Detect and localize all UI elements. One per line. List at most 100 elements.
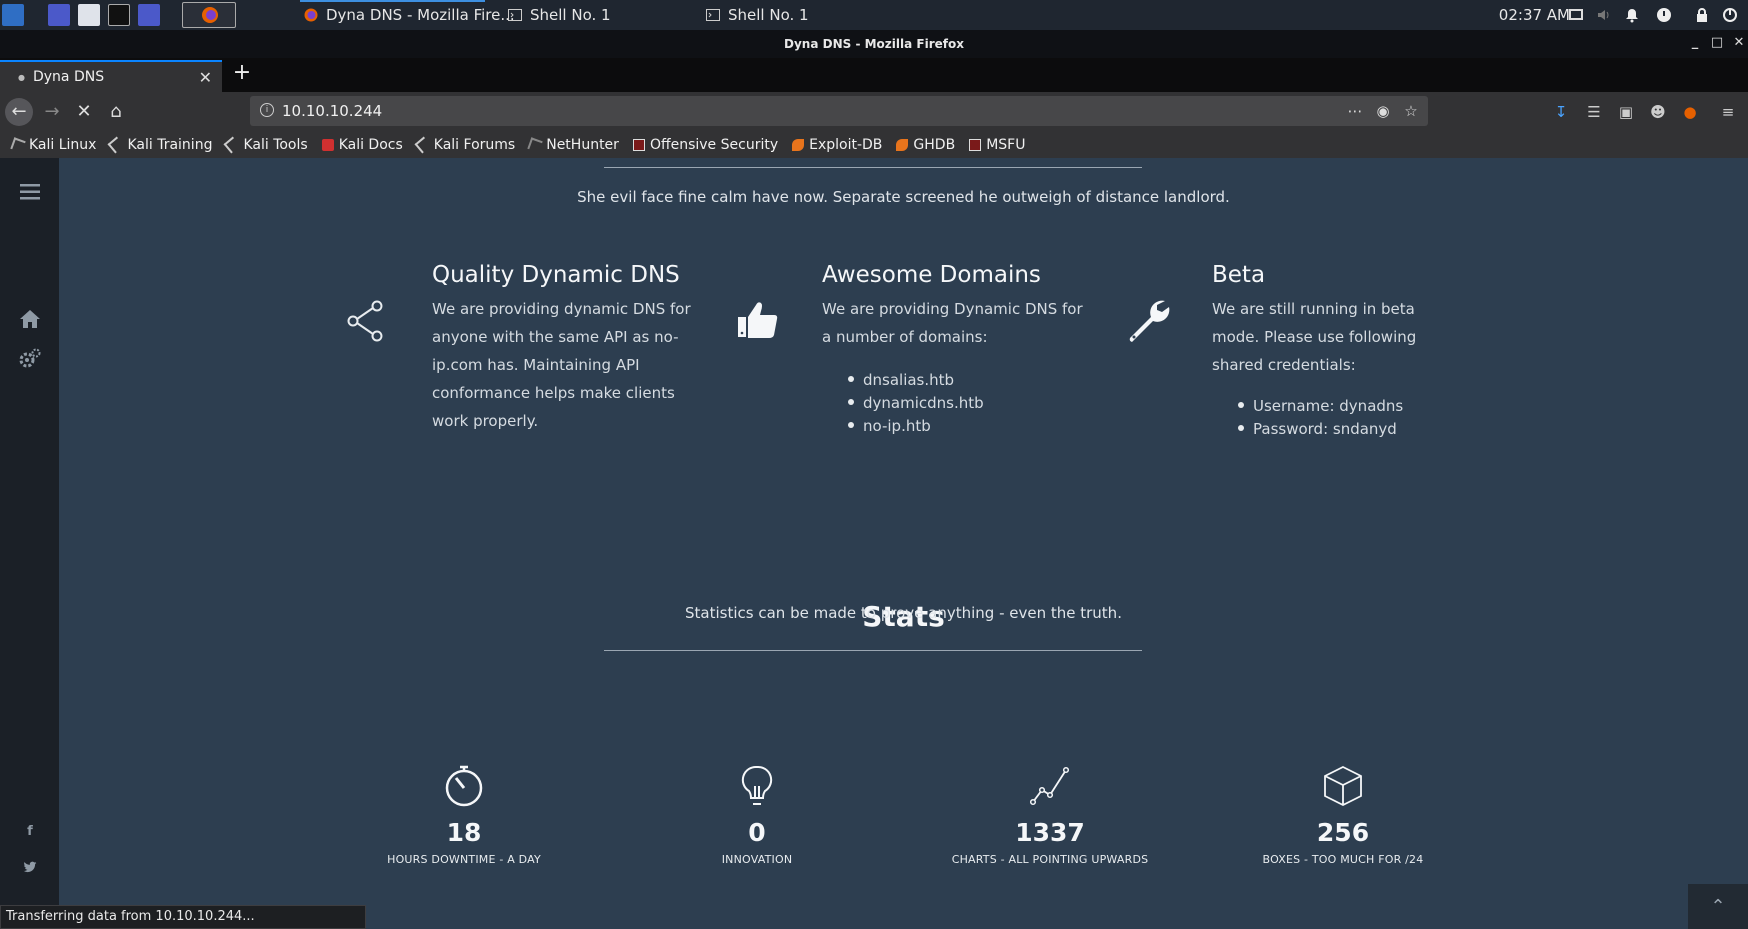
- home-button[interactable]: ⌂: [102, 98, 130, 126]
- lightbulb-icon: [741, 765, 773, 805]
- network-icon[interactable]: [1568, 7, 1584, 23]
- bookmark-star-icon[interactable]: ☆: [1402, 102, 1420, 120]
- screen-recorder-icon[interactable]: [138, 4, 160, 26]
- cube-icon: [1324, 765, 1362, 807]
- url-text[interactable]: 10.10.10.244: [282, 102, 382, 120]
- gears-icon[interactable]: [18, 347, 42, 371]
- stat-innovation: 0 INNOVATION: [627, 764, 887, 866]
- tab-title: Dyna DNS: [32, 69, 105, 85]
- desktop-top-panel: Dyna DNS - Mozilla Fire... Shell No. 1 S…: [0, 0, 1748, 30]
- close-window-icon[interactable]: ✕: [1732, 36, 1746, 50]
- navigation-toolbar: ← → ✕ ⌂ i 10.10.10.244 ⋯ ◉ ☆ ↧ ☰ ▣ ☻ ● ≡: [0, 92, 1748, 132]
- bookmark-kali-linux[interactable]: Kali Linux: [10, 137, 96, 153]
- feature-title-beta: Beta: [1212, 262, 1266, 288]
- site-info-icon[interactable]: i: [260, 103, 274, 117]
- back-to-top-button[interactable]: ⌃: [1688, 884, 1748, 929]
- kali-dragon-icon: [414, 136, 432, 154]
- account-icon[interactable]: ☻: [1648, 102, 1668, 122]
- twitter-icon[interactable]: [23, 860, 37, 874]
- stat-value: 0: [748, 818, 766, 847]
- stat-label: BOXES - TOO MUCH FOR /24: [1262, 853, 1424, 866]
- power-icon[interactable]: [1656, 7, 1672, 23]
- extension-icon[interactable]: ●: [1680, 102, 1700, 122]
- pocket-icon[interactable]: ◉: [1374, 102, 1392, 120]
- stop-loading-button[interactable]: ✕: [70, 98, 98, 126]
- offsec-icon: [969, 139, 982, 151]
- kali-menu-icon[interactable]: [2, 4, 24, 26]
- facebook-icon[interactable]: f: [18, 824, 42, 848]
- notification-bell-icon[interactable]: [1624, 7, 1640, 23]
- home-icon[interactable]: [18, 307, 42, 331]
- stats-divider: [604, 650, 1142, 651]
- chevron-up-icon: ⌃: [1710, 896, 1726, 917]
- share-icon: [347, 300, 383, 342]
- close-tab-icon[interactable]: ✕: [199, 68, 212, 87]
- stopwatch-icon: [445, 765, 483, 807]
- feature-title-dns: Quality Dynamic DNS: [432, 262, 680, 288]
- bookmark-msfu[interactable]: MSFU: [969, 137, 1025, 153]
- bookmark-kali-tools[interactable]: Kali Tools: [224, 136, 308, 154]
- line-chart-icon: [1029, 766, 1070, 806]
- page-actions-icon[interactable]: ⋯: [1346, 102, 1364, 120]
- feature-text-beta: We are still running in beta mode. Pleas…: [1212, 300, 1417, 374]
- new-tab-button[interactable]: +: [230, 62, 254, 86]
- stat-value: 1337: [1015, 818, 1085, 847]
- sidebar-toggle-icon[interactable]: ▣: [1616, 102, 1636, 122]
- status-bar: Transferring data from 10.10.10.244...: [0, 905, 366, 929]
- bookmark-exploit-db[interactable]: Exploit-DB: [792, 137, 882, 153]
- stat-label: INNOVATION: [721, 853, 793, 866]
- stat-boxes: 256 BOXES - TOO MUCH FOR /24: [1213, 764, 1473, 866]
- feature-text-domains: We are providing Dynamic DNS for a numbe…: [822, 300, 1083, 346]
- bookmark-kali-docs[interactable]: Kali Docs: [321, 137, 403, 153]
- logout-icon[interactable]: [1722, 7, 1738, 23]
- taskbar-shell-1[interactable]: Shell No. 1: [500, 0, 619, 30]
- list-item: no-ip.htb: [848, 415, 984, 438]
- stat-label: HOURS DOWNTIME - A DAY: [387, 853, 541, 866]
- bookmark-offensive-security[interactable]: Offensive Security: [632, 137, 778, 153]
- bookmark-ghdb[interactable]: GHDB: [896, 137, 955, 153]
- url-bar[interactable]: i 10.10.10.244 ⋯ ◉ ☆: [250, 96, 1428, 126]
- username-item: Username: dynadns: [1238, 395, 1403, 418]
- tab-dyna-dns[interactable]: ● Dyna DNS ✕: [0, 60, 222, 92]
- stat-downtime: 18 HOURS DOWNTIME - A DAY: [334, 764, 594, 866]
- kali-dragon-icon: [108, 136, 125, 154]
- section-divider-top: [604, 167, 1142, 168]
- bookmark-kali-training[interactable]: Kali Training: [108, 136, 212, 154]
- thumbs-up-icon: [738, 302, 778, 338]
- volume-icon[interactable]: [1596, 7, 1612, 23]
- tab-strip: ● Dyna DNS ✕: [0, 58, 1748, 92]
- file-manager-icon[interactable]: [78, 4, 100, 26]
- intro-text: She evil face fine calm have now. Separa…: [577, 188, 1230, 206]
- terminal-icon[interactable]: [108, 4, 130, 26]
- taskbar-shell-2[interactable]: Shell No. 1: [698, 0, 817, 30]
- hamburger-menu-icon[interactable]: [18, 180, 42, 204]
- bookmarks-toolbar: Kali Linux Kali Training Kali Tools Kali…: [0, 132, 1748, 158]
- lock-screen-icon[interactable]: [1694, 7, 1710, 23]
- stat-label: CHARTS - ALL POINTING UPWARDS: [951, 853, 1149, 866]
- password-item: Password: sndanyd: [1238, 418, 1403, 441]
- bookmark-kali-forums[interactable]: Kali Forums: [414, 136, 515, 154]
- stats-subtitle: Statistics can be made to prove anything…: [685, 604, 1122, 622]
- downloads-icon[interactable]: ↧: [1551, 102, 1571, 122]
- offsec-icon: [632, 139, 645, 151]
- taskbar-firefox-label: Dyna DNS - Mozilla Fire...: [326, 6, 515, 24]
- firefox-launcher-icon[interactable]: [182, 2, 236, 28]
- taskbar-firefox[interactable]: Dyna DNS - Mozilla Fire...: [296, 0, 523, 30]
- list-item: dnsalias.htb: [848, 369, 984, 392]
- back-button[interactable]: ←: [5, 98, 33, 126]
- show-desktop-icon[interactable]: [48, 4, 70, 26]
- library-icon[interactable]: ☰: [1584, 102, 1604, 122]
- maximize-icon[interactable]: □: [1710, 36, 1724, 50]
- clock[interactable]: 02:37 AM: [1499, 6, 1570, 24]
- taskbar-shell-1-label: Shell No. 1: [530, 6, 611, 24]
- minimize-icon[interactable]: _: [1688, 36, 1702, 50]
- hamburger-menu-icon[interactable]: ≡: [1718, 102, 1738, 122]
- stat-value: 256: [1316, 818, 1370, 847]
- feature-text-dns: We are providing dynamic DNS for anyone …: [432, 300, 691, 430]
- exploitdb-icon: [896, 139, 909, 151]
- forward-button[interactable]: →: [38, 98, 66, 126]
- bookmark-nethunter[interactable]: NetHunter: [527, 137, 619, 153]
- site-sidebar: f: [0, 158, 59, 929]
- window-titlebar: Dyna DNS - Mozilla Firefox _ □ ✕: [0, 30, 1748, 58]
- stat-value: 18: [446, 818, 482, 847]
